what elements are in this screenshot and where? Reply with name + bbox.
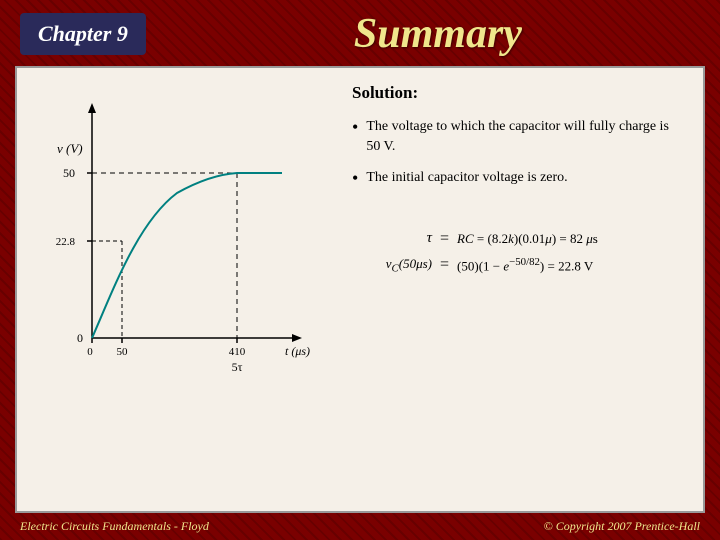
eq-right-1: RC = (8.2k)(0.01μ) = 82 μs xyxy=(457,231,598,247)
graph-container: v (V) t (μs) 50 22.8 0 0 xyxy=(37,93,317,383)
svg-text:0: 0 xyxy=(77,331,83,345)
equation-row-2: vC(50μs) = (50)(1 − e−50/82) = 22.8 V xyxy=(352,256,683,275)
footer: Electric Circuits Fundamentals - Floyd ©… xyxy=(0,513,720,540)
header: Chapter 9 Summary xyxy=(0,0,720,66)
eq-left-1: τ xyxy=(352,230,432,247)
bullet-icon: • xyxy=(352,169,358,187)
eq-equals-2: = xyxy=(440,256,449,274)
bullet-list: • The voltage to which the capacitor wil… xyxy=(352,117,683,200)
svg-text:5τ: 5τ xyxy=(232,360,243,374)
eq-left-2: vC(50μs) xyxy=(352,256,432,275)
svg-text:50: 50 xyxy=(63,166,75,180)
list-item: • The voltage to which the capacitor wil… xyxy=(352,117,683,156)
main-content: v (V) t (μs) 50 22.8 0 0 xyxy=(15,66,705,513)
eq-equals-1: = xyxy=(440,230,449,248)
graph-svg: v (V) t (μs) 50 22.8 0 0 xyxy=(37,93,317,383)
svg-text:22.8: 22.8 xyxy=(56,236,76,248)
solution-heading: Solution: xyxy=(352,83,683,103)
svg-text:410: 410 xyxy=(229,346,246,358)
list-item: • The initial capacitor voltage is zero. xyxy=(352,168,683,188)
equation-row-1: τ = RC = (8.2k)(0.01μ) = 82 μs xyxy=(352,230,683,248)
footer-left: Electric Circuits Fundamentals - Floyd xyxy=(20,519,209,534)
chapter-badge: Chapter 9 xyxy=(20,13,146,55)
svg-text:t (μs): t (μs) xyxy=(285,344,310,358)
bullet-text-2: The initial capacitor voltage is zero. xyxy=(366,168,567,188)
graph-panel: v (V) t (μs) 50 22.8 0 0 xyxy=(37,83,327,496)
svg-text:50: 50 xyxy=(117,346,129,358)
page-title: Summary xyxy=(176,10,700,58)
text-panel: Solution: • The voltage to which the cap… xyxy=(342,83,683,496)
svg-text:0: 0 xyxy=(87,346,93,358)
page-container: Chapter 9 Summary v (V) xyxy=(0,0,720,540)
bullet-text-1: The voltage to which the capacitor will … xyxy=(366,117,683,156)
eq-right-2: (50)(1 − e−50/82) = 22.8 V xyxy=(457,256,593,274)
footer-right: © Copyright 2007 Prentice-Hall xyxy=(544,519,700,534)
equations-block: τ = RC = (8.2k)(0.01μ) = 82 μs vC(50μs) … xyxy=(352,230,683,283)
svg-text:v (V): v (V) xyxy=(57,141,83,156)
bullet-icon: • xyxy=(352,118,358,136)
